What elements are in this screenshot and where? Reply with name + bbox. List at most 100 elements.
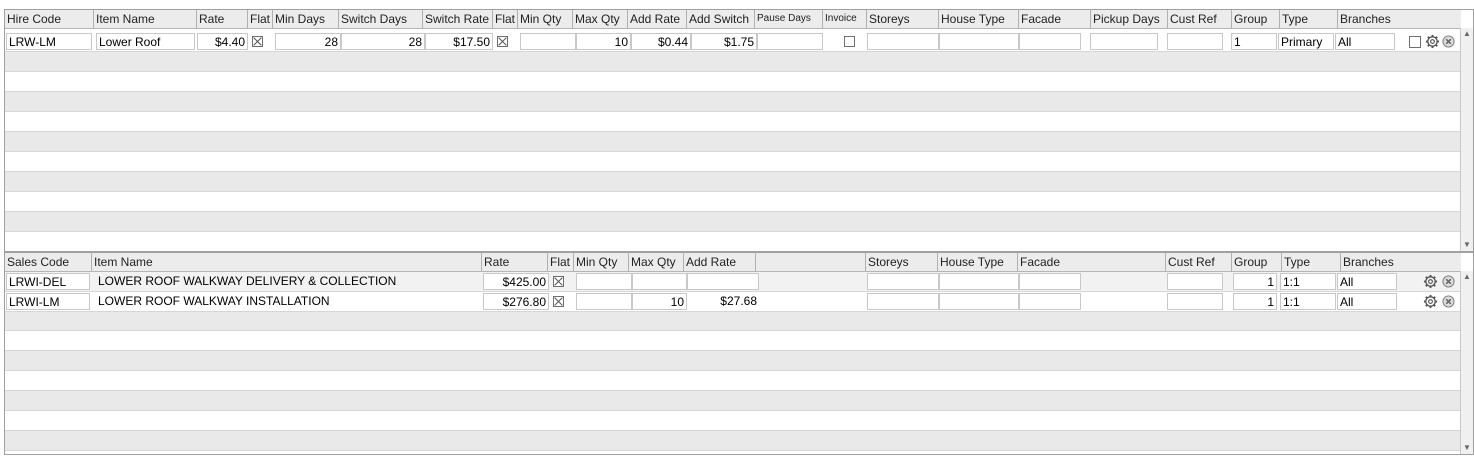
flat-checkbox[interactable] [553,276,564,287]
switch-rate-field[interactable]: $17.50 [425,33,493,50]
col-invoice[interactable]: Invoice [822,10,866,28]
group-field[interactable]: 1 [1231,33,1277,50]
storeys-field[interactable] [867,273,939,290]
item-name-field[interactable]: LOWER ROOF WALKWAY DELIVERY & COLLECTION [96,273,480,290]
facade-field[interactable] [1019,293,1081,310]
min-days-field[interactable]: 28 [275,33,341,50]
type-field[interactable]: 1:1 [1280,273,1336,290]
col-max-qty[interactable]: Max Qty [628,253,683,271]
col-rate[interactable]: Rate [196,10,247,28]
sales-code-field[interactable]: LRWI-DEL [6,273,90,290]
table-row[interactable]: LRW-LM Lower Roof $4.40 28 28 $17.50 10 … [5,32,1461,52]
col-pickup-days[interactable]: Pickup Days [1090,10,1167,28]
col-max-qty[interactable]: Max Qty [572,10,627,28]
facade-field[interactable] [1019,33,1081,50]
branches-field[interactable]: All [1337,293,1397,310]
type-field[interactable]: 1:1 [1280,293,1336,310]
add-rate-field[interactable]: $27.68 [687,293,759,310]
item-name-field[interactable]: Lower Roof [96,33,195,50]
col-item-name[interactable]: Item Name [93,10,196,28]
house-type-field[interactable] [939,273,1019,290]
flat-checkbox[interactable] [252,36,263,47]
rate-field[interactable]: $425.00 [483,273,549,290]
col-type[interactable]: Type [1281,253,1340,271]
rate-field[interactable]: $4.40 [197,33,248,50]
arrow-up-icon[interactable]: ▲ [1461,271,1473,283]
max-qty-field[interactable] [632,273,687,290]
col-item-name[interactable]: Item Name [91,253,481,271]
cust-ref-field[interactable] [1167,273,1223,290]
min-qty-field[interactable] [576,273,632,290]
sales-code-field[interactable]: LRWI-LM [6,293,90,310]
col-storeys[interactable]: Storeys [866,10,938,28]
hire-code-field[interactable]: LRW-LM [6,33,92,50]
close-circle-icon[interactable] [1442,294,1455,309]
col-branches[interactable]: Branches [1340,253,1461,271]
col-cust-ref[interactable]: Cust Ref [1165,253,1231,271]
col-add-rate[interactable]: Add Rate [627,10,686,28]
close-circle-icon[interactable] [1442,34,1455,49]
hire-grid-scrollbar[interactable]: ▲ ▼ [1460,28,1473,251]
col-pause-days[interactable]: Pause Days [754,10,822,28]
col-branches[interactable]: Branches [1337,10,1461,28]
max-qty-field[interactable]: 10 [632,293,687,310]
flat-2-checkbox[interactable] [497,36,508,47]
group-field[interactable]: 1 [1233,293,1277,310]
add-rate-field[interactable] [687,273,759,290]
cust-ref-field[interactable] [1167,293,1223,310]
invoice-checkbox[interactable] [844,36,855,47]
gear-icon[interactable] [1423,294,1438,309]
switch-days-field[interactable]: 28 [341,33,425,50]
col-flat[interactable]: Flat [547,253,573,271]
col-group[interactable]: Group [1231,10,1279,28]
min-qty-field[interactable] [520,33,576,50]
branches-field[interactable]: All [1337,273,1397,290]
pickup-days-field[interactable] [1090,33,1158,50]
col-min-days[interactable]: Min Days [272,10,338,28]
add-switch-field[interactable]: $1.75 [691,33,757,50]
storeys-field[interactable] [867,33,939,50]
storeys-field[interactable] [867,293,939,310]
gear-icon[interactable] [1423,274,1438,289]
facade-field[interactable] [1019,273,1081,290]
item-name-field[interactable]: LOWER ROOF WALKWAY INSTALLATION [96,293,480,310]
gear-icon[interactable] [1425,34,1440,49]
house-type-field[interactable] [939,33,1019,50]
group-field[interactable]: 1 [1233,273,1277,290]
col-house-type[interactable]: House Type [937,253,1017,271]
col-type[interactable]: Type [1279,10,1337,28]
col-sales-code[interactable]: Sales Code [5,253,91,271]
arrow-down-icon[interactable]: ▼ [1461,442,1473,454]
table-row[interactable]: LRWI-LM LOWER ROOF WALKWAY INSTALLATION … [5,292,1461,312]
arrow-up-icon[interactable]: ▲ [1461,28,1473,40]
col-group[interactable]: Group [1231,253,1281,271]
col-flat-2[interactable]: Flat [492,10,517,28]
row-select-checkbox[interactable] [1409,36,1421,48]
flat-checkbox[interactable] [553,296,564,307]
col-switch-rate[interactable]: Switch Rate [422,10,492,28]
col-min-qty[interactable]: Min Qty [517,10,572,28]
house-type-field[interactable] [939,293,1019,310]
max-qty-field[interactable]: 10 [576,33,631,50]
branches-field[interactable]: All [1335,33,1395,50]
col-facade[interactable]: Facade [1018,10,1090,28]
pause-days-field[interactable] [757,33,823,50]
col-switch-days[interactable]: Switch Days [338,10,422,28]
table-row[interactable]: LRWI-DEL LOWER ROOF WALKWAY DELIVERY & C… [5,272,1461,292]
min-qty-field[interactable] [576,293,632,310]
close-circle-icon[interactable] [1442,274,1455,289]
cust-ref-field[interactable] [1167,33,1223,50]
col-facade[interactable]: Facade [1017,253,1165,271]
col-hire-code[interactable]: Hire Code [5,10,93,28]
col-min-qty[interactable]: Min Qty [573,253,628,271]
col-rate[interactable]: Rate [481,253,547,271]
sales-grid-scrollbar[interactable]: ▲ ▼ [1460,271,1473,454]
col-add-rate[interactable]: Add Rate [683,253,755,271]
add-rate-field[interactable]: $0.44 [631,33,691,50]
rate-field[interactable]: $276.80 [483,293,549,310]
col-cust-ref[interactable]: Cust Ref [1167,10,1231,28]
col-house-type[interactable]: House Type [938,10,1018,28]
col-storeys[interactable]: Storeys [865,253,937,271]
col-flat[interactable]: Flat [247,10,272,28]
col-add-switch[interactable]: Add Switch [686,10,754,28]
